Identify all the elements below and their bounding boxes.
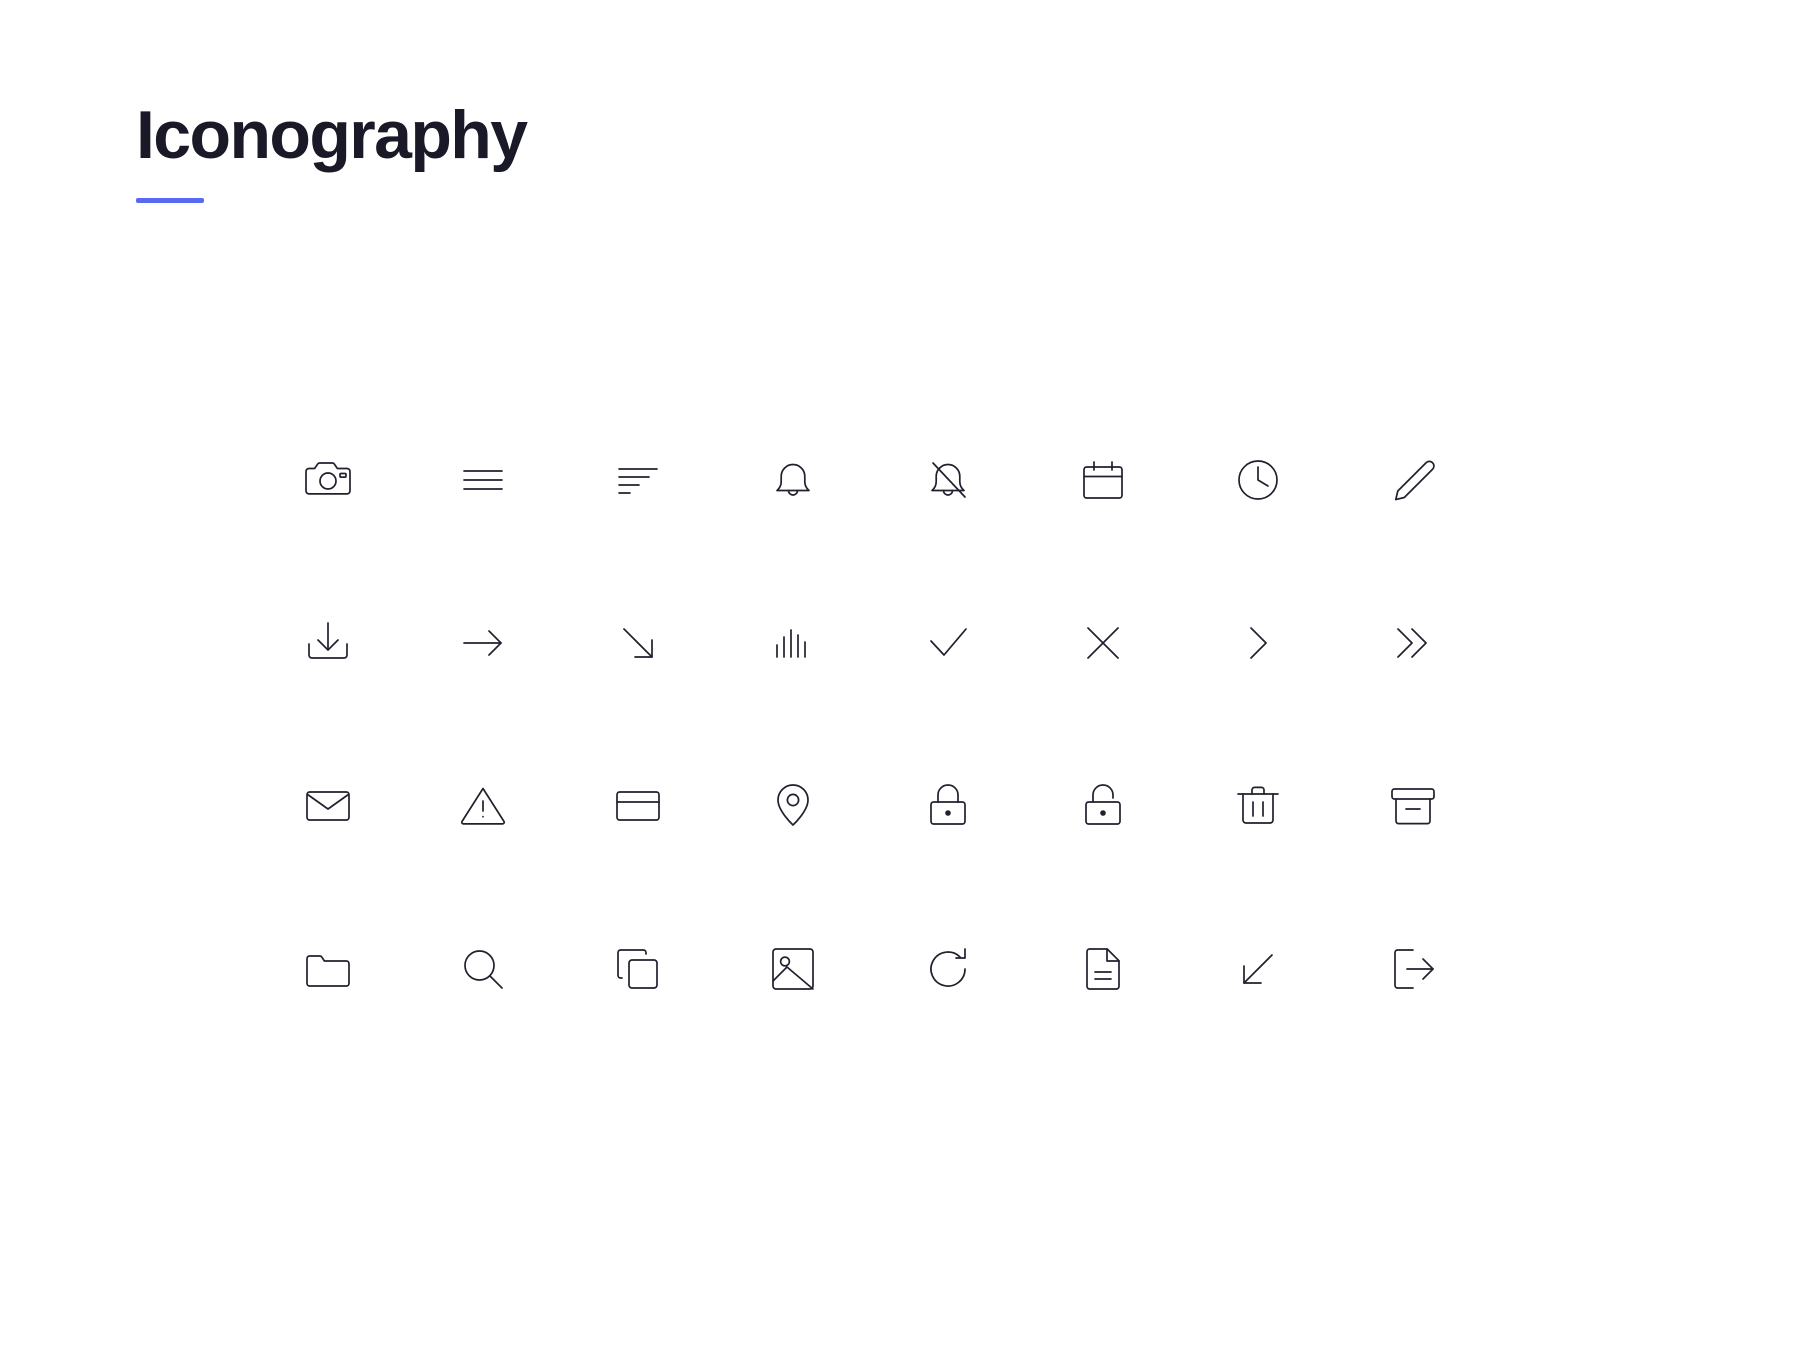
icon-cell-alert-triangle[interactable] [455, 778, 610, 941]
icon-cell-credit-card[interactable] [610, 778, 765, 941]
image-icon [772, 948, 814, 990]
icon-cell-close[interactable] [1075, 615, 1230, 778]
trash-icon [1237, 786, 1279, 824]
alert-triangle-icon [460, 787, 506, 825]
menu-icon [463, 470, 503, 490]
sort-icon [618, 468, 658, 494]
logout-icon [1394, 949, 1434, 989]
archive-icon [1391, 788, 1435, 825]
icon-cell-copy[interactable] [610, 941, 765, 1104]
copy-icon [617, 949, 658, 989]
icon-cell-sort[interactable] [610, 452, 765, 615]
clock-icon [1238, 460, 1278, 500]
icon-cell-arrow-down-left[interactable] [1230, 941, 1385, 1104]
bar-chart-icon [776, 629, 806, 658]
search-icon [464, 950, 503, 989]
bell-icon [776, 463, 810, 496]
icon-cell-search[interactable] [455, 941, 610, 1104]
icon-cell-camera[interactable] [300, 452, 455, 615]
chevrons-right-icon [1397, 628, 1427, 658]
mail-icon [306, 791, 350, 821]
camera-icon [305, 462, 351, 495]
icon-cell-bell[interactable] [765, 452, 920, 615]
arrow-right-icon [463, 630, 502, 656]
icon-cell-archive[interactable] [1385, 778, 1540, 941]
icon-cell-trash[interactable] [1230, 778, 1385, 941]
icon-cell-mail[interactable] [300, 778, 455, 941]
page-title: Iconography [136, 97, 528, 173]
credit-card-icon [616, 791, 660, 821]
check-icon [930, 628, 967, 656]
icon-cell-chevron-right[interactable] [1230, 615, 1385, 778]
icon-cell-pencil[interactable] [1385, 452, 1540, 615]
lock-icon [930, 784, 966, 825]
icon-cell-download[interactable] [300, 615, 455, 778]
icon-cell-arrow-down-right[interactable] [610, 615, 765, 778]
icon-cell-file-text[interactable] [1075, 941, 1230, 1104]
icon-cell-unlock[interactable] [1075, 778, 1230, 941]
icon-cell-calendar[interactable] [1075, 452, 1230, 615]
folder-icon [306, 955, 350, 987]
page-header: Iconography [136, 96, 528, 203]
icon-cell-map-pin[interactable] [765, 778, 920, 941]
download-icon [308, 622, 348, 659]
iconography-page: Iconography [0, 0, 1800, 1360]
bell-off-icon [931, 462, 966, 498]
icon-cell-refresh[interactable] [920, 941, 1075, 1104]
arrow-down-left-icon [1243, 954, 1273, 984]
icon-cell-menu[interactable] [455, 452, 610, 615]
close-icon [1087, 627, 1119, 659]
pencil-icon [1394, 460, 1435, 501]
icon-cell-bar-chart[interactable] [765, 615, 920, 778]
icon-cell-lock[interactable] [920, 778, 1075, 941]
icon-cell-check[interactable] [920, 615, 1075, 778]
unlock-icon [1085, 784, 1121, 825]
icon-cell-logout[interactable] [1385, 941, 1540, 1104]
map-pin-icon [777, 784, 809, 826]
icon-cell-bell-off[interactable] [920, 452, 1075, 615]
chevron-right-icon [1250, 627, 1267, 659]
title-accent-rule [136, 198, 204, 203]
icon-cell-image[interactable] [765, 941, 920, 1104]
arrow-down-right-icon [623, 628, 653, 658]
refresh-icon [930, 948, 966, 987]
icon-cell-folder[interactable] [300, 941, 455, 1104]
icon-cell-chevrons-right[interactable] [1385, 615, 1540, 778]
icon-grid [300, 452, 1510, 1104]
file-text-icon [1086, 948, 1120, 990]
calendar-icon [1083, 461, 1123, 499]
icon-cell-clock[interactable] [1230, 452, 1385, 615]
icon-cell-arrow-right[interactable] [455, 615, 610, 778]
